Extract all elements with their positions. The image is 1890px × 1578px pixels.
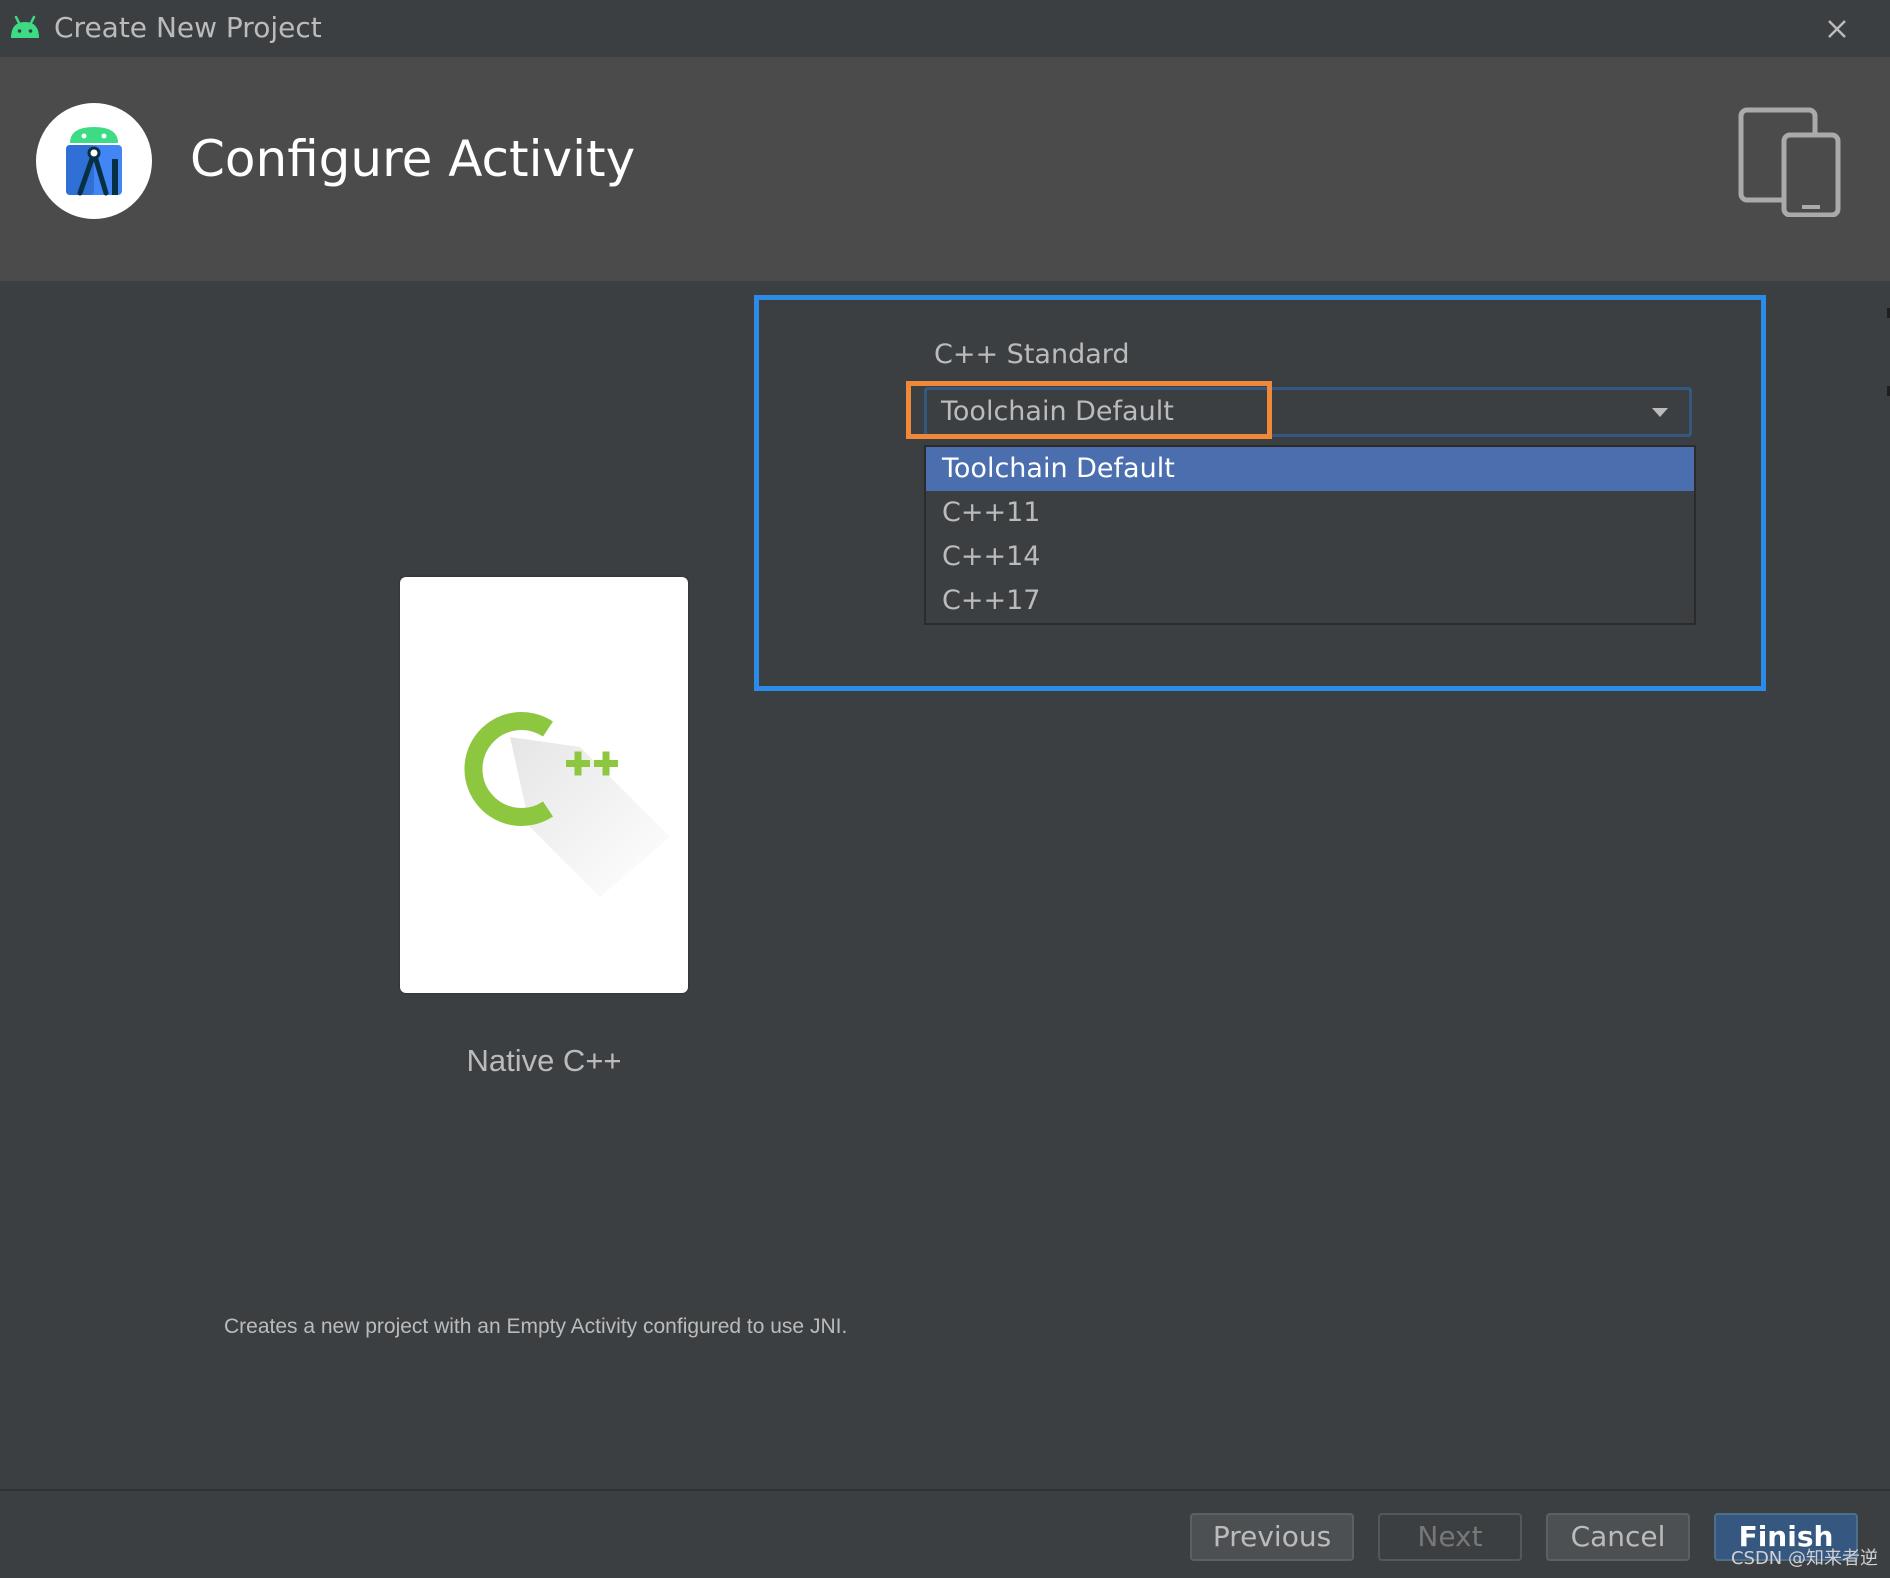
cpp-standard-dropdown-list: Toolchain Default C++11 C++14 C++17	[924, 445, 1696, 625]
watermark: CSDN @知来者逆	[1730, 1548, 1878, 1569]
cpp-logo-icon	[464, 712, 670, 897]
wizard-footer: Previous Next Cancel Finish	[0, 1489, 1890, 1578]
android-studio-icon	[66, 127, 122, 196]
template-name: Native C++	[466, 1043, 622, 1078]
chevron-down-icon	[1652, 408, 1668, 417]
android-icon	[11, 15, 39, 38]
next-button[interactable]: Next	[1378, 1513, 1522, 1561]
dropdown-option-toolchain-default[interactable]: Toolchain Default	[926, 447, 1694, 491]
dropdown-option-cpp11[interactable]: C++11	[926, 491, 1694, 535]
cancel-button[interactable]: Cancel	[1546, 1513, 1690, 1561]
close-icon[interactable]	[1822, 14, 1852, 44]
window-title: Create New Project	[54, 11, 322, 44]
highlight-annotation-orange	[906, 381, 1272, 439]
cpp-standard-label: C++ Standard	[934, 339, 1130, 370]
template-preview-card	[400, 577, 688, 993]
dropdown-option-cpp14[interactable]: C++14	[926, 535, 1694, 579]
devices-icon	[1738, 107, 1841, 217]
wizard-body: Native C++ Creates a new project with an…	[0, 281, 1890, 1489]
wizard-header: Configure Activity	[0, 57, 1890, 281]
android-studio-logo	[36, 103, 152, 219]
create-new-project-window: Create New Project Configure Activity Na…	[0, 0, 1890, 1578]
previous-button[interactable]: Previous	[1190, 1513, 1354, 1561]
template-description: Creates a new project with an Empty Acti…	[224, 1315, 848, 1338]
dropdown-option-cpp17[interactable]: C++17	[926, 579, 1694, 623]
title-bar: Create New Project	[0, 0, 1890, 58]
page-title: Configure Activity	[190, 130, 636, 188]
